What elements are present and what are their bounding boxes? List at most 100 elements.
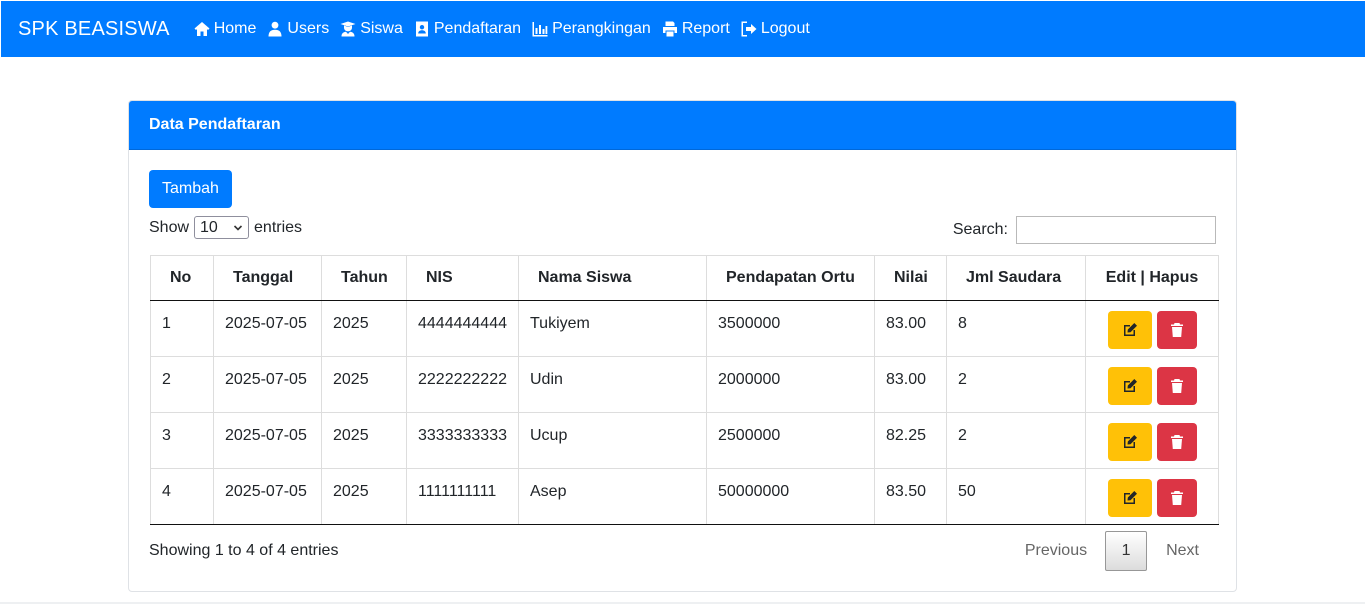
cell-nis: 4444444444 bbox=[406, 300, 519, 357]
cell-jml-saudara: 2 bbox=[946, 356, 1086, 413]
header-pendapatan-ortu[interactable]: Pendapatan Ortu bbox=[706, 255, 875, 301]
nav-home-label: Home bbox=[213, 20, 257, 37]
table-header-row: No Tanggal Tahun NIS Nama Siswa Pendapat… bbox=[150, 255, 1219, 301]
bar-chart-icon bbox=[532, 22, 548, 37]
cell-tanggal: 2025-07-05 bbox=[213, 468, 322, 525]
nav-siswa[interactable]: Siswa bbox=[340, 20, 403, 38]
edit-button[interactable] bbox=[1107, 367, 1152, 405]
edit-button[interactable] bbox=[1107, 311, 1152, 349]
cell-pendapatan-ortu: 50000000 bbox=[706, 468, 875, 525]
header-nis[interactable]: NIS bbox=[406, 255, 519, 301]
cell-tanggal: 2025-07-05 bbox=[213, 356, 322, 413]
home-icon bbox=[194, 22, 210, 36]
entries-length-control: Show 10 entries bbox=[149, 216, 302, 239]
cell-nama-siswa: Ucup bbox=[518, 412, 707, 469]
cell-tahun: 2025 bbox=[321, 356, 407, 413]
delete-button[interactable] bbox=[1156, 479, 1197, 517]
search-input[interactable] bbox=[1016, 216, 1216, 244]
edit-icon bbox=[1123, 379, 1137, 392]
page-1-button[interactable]: 1 bbox=[1105, 531, 1148, 571]
cell-nilai: 82.25 bbox=[874, 412, 947, 469]
header-no[interactable]: No bbox=[150, 255, 214, 301]
nav-report-label: Report bbox=[681, 20, 730, 37]
search-control: Search: bbox=[953, 216, 1216, 244]
cell-tahun: 2025 bbox=[321, 468, 407, 525]
delete-button[interactable] bbox=[1156, 311, 1197, 349]
cell-actions bbox=[1085, 356, 1219, 413]
card-title: Data Pendaftaran bbox=[129, 101, 1236, 150]
edit-icon bbox=[1123, 491, 1137, 504]
cell-no: 1 bbox=[150, 300, 214, 357]
table-row: 4 2025-07-05 2025 1111111111 Asep 500000… bbox=[150, 468, 1219, 525]
chevron-down-icon bbox=[233, 224, 243, 231]
nav-report[interactable]: Report bbox=[662, 20, 730, 38]
cell-nis: 1111111111 bbox=[406, 468, 519, 525]
print-icon bbox=[662, 21, 677, 37]
table-row: 3 2025-07-05 2025 3333333333 Ucup 250000… bbox=[150, 412, 1219, 469]
cell-tanggal: 2025-07-05 bbox=[213, 412, 322, 469]
trash-icon bbox=[1170, 323, 1183, 337]
table-info: Showing 1 to 4 of 4 entries bbox=[149, 542, 339, 559]
cell-tahun: 2025 bbox=[321, 412, 407, 469]
table-row: 2 2025-07-05 2025 2222222222 Udin 200000… bbox=[150, 356, 1219, 413]
edit-icon bbox=[1123, 323, 1137, 336]
cell-nis: 3333333333 bbox=[406, 412, 519, 469]
tambah-button[interactable]: Tambah bbox=[149, 170, 232, 208]
previous-button[interactable]: Previous bbox=[1007, 542, 1105, 560]
cell-pendapatan-ortu: 2500000 bbox=[706, 412, 875, 469]
edit-button[interactable] bbox=[1107, 479, 1152, 517]
nav-users-label: Users bbox=[287, 20, 330, 37]
cell-nilai: 83.50 bbox=[874, 468, 947, 525]
cell-nis: 2222222222 bbox=[406, 356, 519, 413]
top-navbar: SPK BEASISWA Home Users Siswa Pendaftara… bbox=[1, 1, 1365, 57]
cell-no: 3 bbox=[150, 412, 214, 469]
nav-pendaftaran-label: Pendaftaran bbox=[433, 20, 522, 37]
pendaftaran-table: No Tanggal Tahun NIS Nama Siswa Pendapat… bbox=[150, 255, 1219, 525]
cell-actions bbox=[1085, 468, 1219, 525]
user-icon bbox=[268, 21, 282, 37]
cell-pendapatan-ortu: 3500000 bbox=[706, 300, 875, 357]
cell-actions bbox=[1085, 412, 1219, 469]
edit-button[interactable] bbox=[1107, 423, 1152, 461]
cell-nilai: 83.00 bbox=[874, 300, 947, 357]
nav-home[interactable]: Home bbox=[194, 20, 257, 38]
search-label: Search: bbox=[952, 221, 1008, 238]
header-tahun[interactable]: Tahun bbox=[321, 255, 407, 301]
pagination: Previous 1 Next bbox=[1007, 531, 1216, 571]
header-jml-saudara[interactable]: Jml Saudara bbox=[946, 255, 1086, 301]
nav-pendaftaran[interactable]: Pendaftaran bbox=[414, 20, 521, 38]
delete-button[interactable] bbox=[1156, 423, 1197, 461]
entries-label: entries bbox=[254, 218, 303, 236]
header-nilai[interactable]: Nilai bbox=[874, 255, 947, 301]
cell-actions bbox=[1085, 300, 1219, 357]
nav-perangkingan-label: Perangkingan bbox=[552, 20, 651, 37]
cell-no: 4 bbox=[150, 468, 214, 525]
edit-icon bbox=[1123, 435, 1137, 448]
graduate-icon bbox=[340, 21, 356, 37]
cell-jml-saudara: 2 bbox=[946, 412, 1086, 469]
cell-jml-saudara: 50 bbox=[946, 468, 1086, 525]
header-edit-hapus: Edit | Hapus bbox=[1085, 255, 1219, 301]
entries-select[interactable]: 10 bbox=[194, 216, 250, 239]
nav-users[interactable]: Users bbox=[267, 20, 329, 38]
cell-nilai: 83.00 bbox=[874, 356, 947, 413]
navbar-brand[interactable]: SPK BEASISWA bbox=[18, 18, 170, 41]
trash-icon bbox=[1170, 435, 1183, 449]
header-tanggal[interactable]: Tanggal bbox=[213, 255, 322, 301]
cell-nama-siswa: Asep bbox=[518, 468, 707, 525]
cell-no: 2 bbox=[150, 356, 214, 413]
cell-nama-siswa: Udin bbox=[518, 356, 707, 413]
nav-logout-label: Logout bbox=[760, 20, 810, 37]
nav-perangkingan[interactable]: Perangkingan bbox=[532, 20, 651, 38]
cell-tahun: 2025 bbox=[321, 300, 407, 357]
header-nama-siswa[interactable]: Nama Siswa bbox=[518, 255, 707, 301]
entries-select-value: 10 bbox=[200, 218, 218, 236]
nav-siswa-label: Siswa bbox=[360, 20, 403, 37]
trash-icon bbox=[1170, 379, 1183, 393]
next-button[interactable]: Next bbox=[1147, 542, 1216, 560]
nav-logout[interactable]: Logout bbox=[741, 20, 810, 38]
trash-icon bbox=[1170, 491, 1183, 505]
table-row: 1 2025-07-05 2025 4444444444 Tukiyem 350… bbox=[150, 300, 1219, 357]
cell-jml-saudara: 8 bbox=[946, 300, 1086, 357]
delete-button[interactable] bbox=[1156, 367, 1197, 405]
